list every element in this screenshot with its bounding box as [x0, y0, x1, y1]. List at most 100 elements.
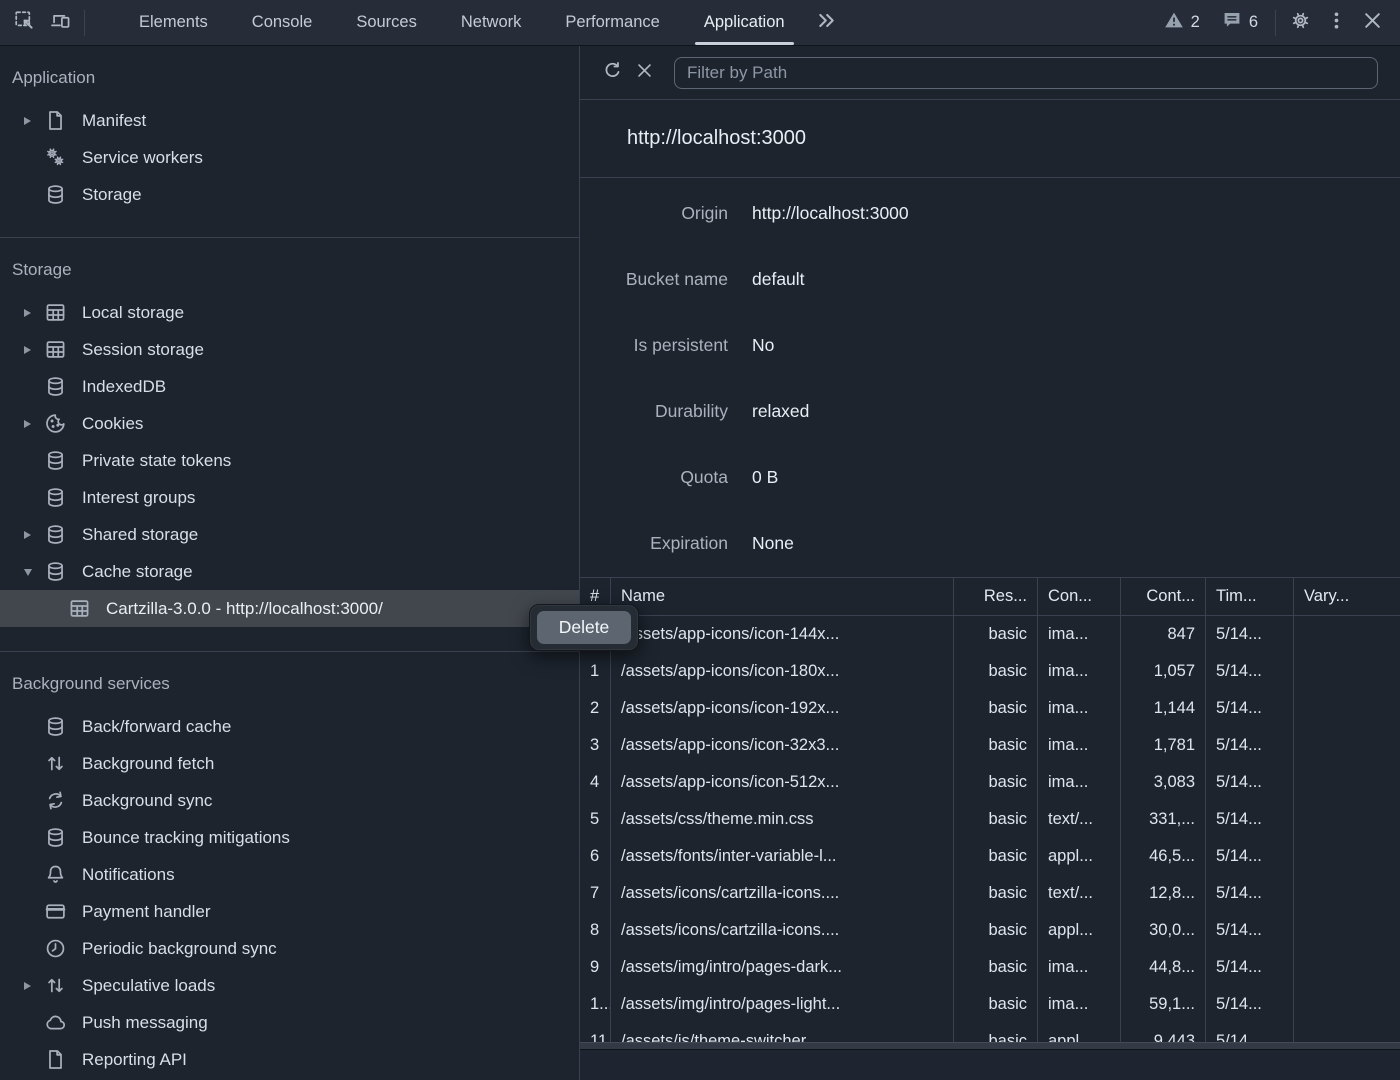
filter-by-path-input[interactable] [674, 57, 1378, 89]
devtools-main: ApplicationManifestService workersStorag… [0, 46, 1400, 1080]
detail-row-bucket-name: Bucket namedefault [580, 246, 1400, 312]
sidebar-item-cartzilla-3-0-0-http-localhost-3000[interactable]: Cartzilla-3.0.0 - http://localhost:3000/ [0, 590, 579, 627]
table-cell: appl... [1037, 838, 1120, 875]
table-cell: 2 [580, 690, 610, 727]
table-row[interactable]: 5/assets/css/theme.min.cssbasictext/...3… [580, 801, 1400, 838]
close-devtools-button[interactable] [1354, 5, 1390, 41]
table-cell: /assets/app-icons/icon-512x... [610, 764, 953, 801]
expand-arrow-right-icon[interactable] [24, 309, 42, 317]
sidebar-item-push-messaging[interactable]: Push messaging [0, 1004, 579, 1041]
column-header-res[interactable]: Res... [953, 578, 1037, 616]
expand-arrow-right-icon[interactable] [24, 531, 42, 539]
context-menu-item-delete[interactable]: Delete [537, 611, 631, 644]
expand-arrow-right-icon[interactable] [24, 117, 42, 125]
horizontal-scrollbar[interactable] [580, 1042, 1400, 1049]
sidebar-item-speculative-loads[interactable]: Speculative loads [0, 967, 579, 1004]
table-cell: 5/14... [1205, 764, 1293, 801]
table-cell: ima... [1037, 690, 1120, 727]
table-cell: text/... [1037, 801, 1120, 838]
table-row[interactable]: 1/assets/app-icons/icon-180x...basicima.… [580, 653, 1400, 690]
sidebar-item-indexeddb[interactable]: IndexedDB [0, 368, 579, 405]
inspect-element-button[interactable] [6, 5, 42, 41]
sidebar-item-storage[interactable]: Storage [0, 176, 579, 213]
clear-x-icon [634, 60, 655, 86]
sidebar-item-label: Session storage [82, 340, 204, 360]
table-row[interactable]: 0/assets/app-icons/icon-144x...basicima.… [580, 616, 1400, 653]
sidebar-section-application: ApplicationManifestService workersStorag… [0, 46, 579, 237]
column-header-con[interactable]: Con... [1037, 578, 1120, 616]
issues-badge[interactable]: 6 [1211, 10, 1269, 35]
table-row[interactable]: 3/assets/app-icons/icon-32x3...basicima.… [580, 727, 1400, 764]
tab-console[interactable]: Console [230, 0, 335, 45]
sidebar-item-local-storage[interactable]: Local storage [0, 294, 579, 331]
table-cell: 9 [580, 949, 610, 986]
table-row[interactable]: 8/assets/icons/cartzilla-icons....basica… [580, 912, 1400, 949]
sidebar-item-bounce-tracking-mitigations[interactable]: Bounce tracking mitigations [0, 819, 579, 856]
sidebar-item-background-fetch[interactable]: Background fetch [0, 745, 579, 782]
sidebar-item-back-forward-cache[interactable]: Back/forward cache [0, 708, 579, 745]
sidebar-item-notifications[interactable]: Notifications [0, 856, 579, 893]
column-header-name[interactable]: Name [610, 578, 953, 616]
warnings-badge[interactable]: 2 [1153, 10, 1211, 35]
table-cell: /assets/icons/cartzilla-icons.... [610, 912, 953, 949]
table-row[interactable]: 4/assets/app-icons/icon-512x...basicima.… [580, 764, 1400, 801]
column-header-cont[interactable]: Cont... [1120, 578, 1205, 616]
sidebar-item-cache-storage[interactable]: Cache storage [0, 553, 579, 590]
table-cell [1293, 616, 1400, 653]
sidebar-section-background-services: Background servicesBack/forward cacheBac… [0, 651, 579, 1080]
table-row[interactable]: 9/assets/img/intro/pages-dark...basicima… [580, 949, 1400, 986]
sidebar-item-label: Notifications [82, 865, 175, 885]
table-icon [44, 301, 67, 324]
sidebar-item-private-state-tokens[interactable]: Private state tokens [0, 442, 579, 479]
table-icon [68, 597, 91, 620]
tab-elements[interactable]: Elements [117, 0, 230, 45]
tab-application[interactable]: Application [682, 0, 807, 45]
sidebar-item-payment-handler[interactable]: Payment handler [0, 893, 579, 930]
expand-arrow-right-icon[interactable] [24, 420, 42, 428]
detail-row-is-persistent: Is persistentNo [580, 312, 1400, 378]
table-cell: /assets/fonts/inter-variable-l... [610, 838, 953, 875]
table-row[interactable]: 7/assets/icons/cartzilla-icons....basict… [580, 875, 1400, 912]
sidebar-item-shared-storage[interactable]: Shared storage [0, 516, 579, 553]
sidebar-item-manifest[interactable]: Manifest [0, 102, 579, 139]
sidebar-item-reporting-api[interactable]: Reporting API [0, 1041, 579, 1078]
sidebar-item-label: Speculative loads [82, 976, 215, 996]
table-cell: 3,083 [1120, 764, 1205, 801]
sidebar-item-session-storage[interactable]: Session storage [0, 331, 579, 368]
devtools-menu-button[interactable] [1318, 5, 1354, 41]
clear-filter-button[interactable] [628, 57, 660, 89]
settings-button[interactable] [1282, 5, 1318, 41]
refresh-button[interactable] [596, 57, 628, 89]
table-row[interactable]: 2/assets/app-icons/icon-192x...basicima.… [580, 690, 1400, 727]
expand-arrow-down-icon[interactable] [24, 567, 42, 576]
devtools-tabbar: ElementsConsoleSourcesNetworkPerformance… [0, 0, 1400, 46]
service-workers-icon [44, 146, 67, 169]
sidebar-section-storage: StorageLocal storageSession storageIndex… [0, 237, 579, 651]
sidebar-item-background-sync[interactable]: Background sync [0, 782, 579, 819]
sidebar-item-label: IndexedDB [82, 377, 166, 397]
column-header-vary[interactable]: Vary... [1293, 578, 1400, 616]
table-cell: ima... [1037, 653, 1120, 690]
toolbar-divider [1275, 10, 1276, 36]
table-cell: /assets/js/theme-switcher... [610, 1023, 953, 1042]
detail-value: 0 B [752, 467, 778, 488]
cookie-icon [44, 412, 67, 435]
table-cell [1293, 653, 1400, 690]
column-header-tim[interactable]: Tim... [1205, 578, 1293, 616]
sidebar-item-service-workers[interactable]: Service workers [0, 139, 579, 176]
table-cell: 6 [580, 838, 610, 875]
bell-icon [44, 863, 67, 886]
sidebar-item-cookies[interactable]: Cookies [0, 405, 579, 442]
more-tabs-button[interactable] [809, 5, 845, 41]
device-toolbar-button[interactable] [42, 5, 78, 41]
sidebar-item-interest-groups[interactable]: Interest groups [0, 479, 579, 516]
table-row[interactable]: 1.../assets/img/intro/pages-light...basi… [580, 986, 1400, 1023]
tab-sources[interactable]: Sources [334, 0, 439, 45]
sidebar-item-periodic-background-sync[interactable]: Periodic background sync [0, 930, 579, 967]
tab-network[interactable]: Network [439, 0, 544, 45]
tab-performance[interactable]: Performance [543, 0, 681, 45]
table-row[interactable]: 11/assets/js/theme-switcher...basicappl.… [580, 1023, 1400, 1042]
table-row[interactable]: 6/assets/fonts/inter-variable-l...basica… [580, 838, 1400, 875]
expand-arrow-right-icon[interactable] [24, 982, 42, 990]
expand-arrow-right-icon[interactable] [24, 346, 42, 354]
